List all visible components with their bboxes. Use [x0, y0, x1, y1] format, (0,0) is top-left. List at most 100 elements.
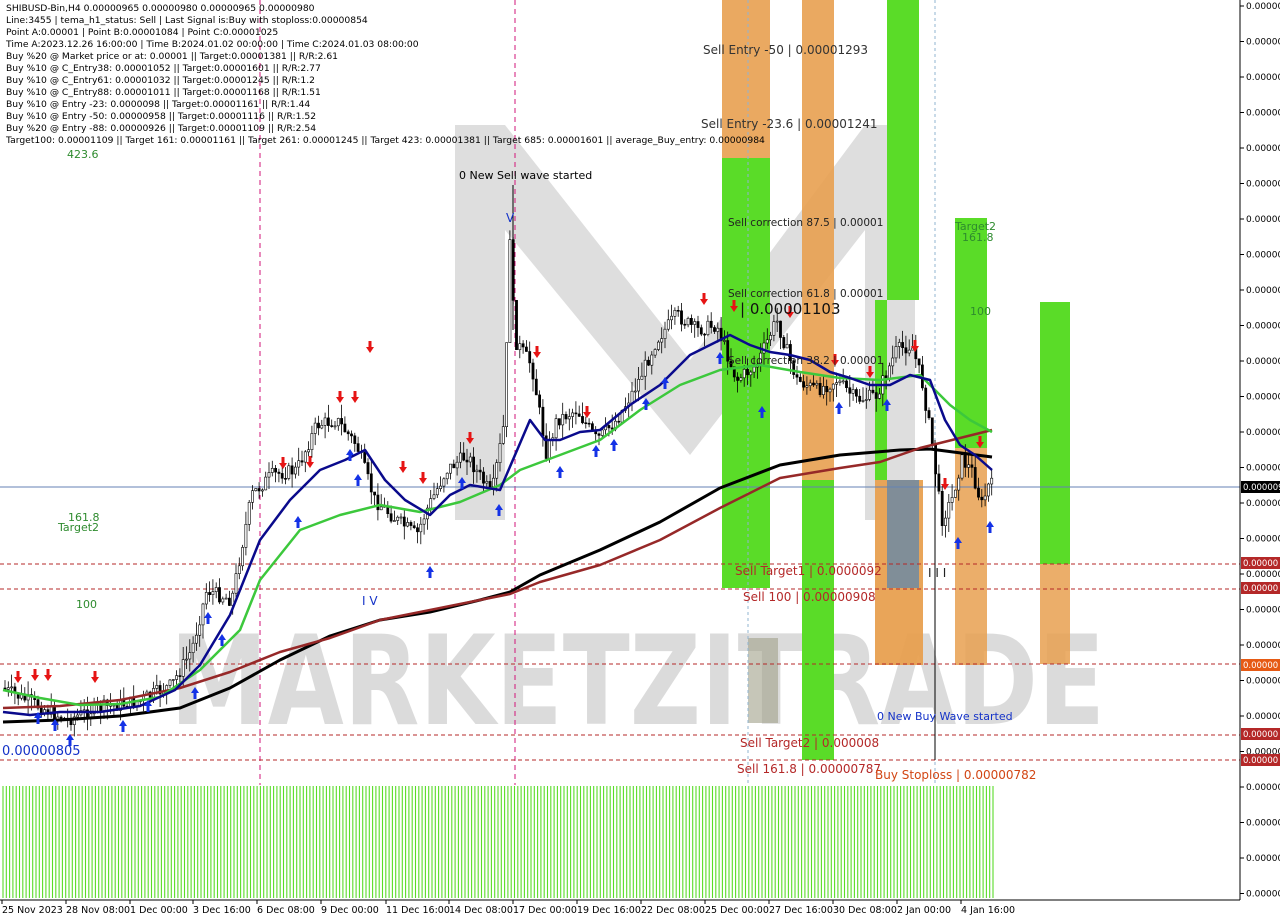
candle-body	[402, 516, 406, 527]
candle-body	[656, 341, 660, 350]
candle-body	[831, 383, 835, 390]
candle-body	[373, 491, 377, 496]
candle-body	[762, 342, 766, 354]
candle-body	[891, 357, 895, 367]
candle-body	[435, 488, 439, 496]
candle-body	[940, 490, 944, 526]
candle-body	[617, 420, 621, 423]
candle-body	[607, 425, 611, 429]
candle-body	[861, 400, 865, 402]
sell-arrow	[91, 671, 99, 683]
candle-body	[6, 687, 10, 690]
candle-body	[825, 385, 829, 393]
candle-body	[597, 433, 601, 436]
candle-body	[587, 422, 591, 425]
price-tick-label: 0.00000	[1246, 641, 1280, 651]
price-tick-label: 0.00000	[1246, 286, 1280, 296]
candle-body	[188, 652, 192, 660]
candle-body	[534, 378, 538, 396]
candle-body	[548, 440, 551, 459]
label-iv-mark: I V	[362, 594, 378, 608]
candle-body	[343, 423, 347, 433]
candle-body	[904, 347, 908, 354]
candle-body	[647, 359, 650, 366]
candle-body	[76, 714, 80, 718]
candle-body	[482, 471, 485, 484]
candle-body	[686, 317, 690, 326]
price-tick-label: 0.00000	[1246, 393, 1280, 403]
candle-body	[944, 517, 947, 526]
candle-body	[696, 321, 700, 328]
candle-body	[947, 501, 951, 519]
candle-body	[983, 495, 987, 501]
price-tick-label: 0.00000	[1246, 251, 1280, 261]
candle-body	[320, 424, 324, 429]
buy-arrow	[354, 474, 362, 486]
candle-body	[201, 603, 205, 626]
candle-body	[970, 464, 974, 468]
candle-body	[990, 477, 994, 485]
candle-body	[818, 382, 822, 395]
candle-body	[564, 414, 568, 420]
candle-body	[198, 624, 202, 636]
candle-body	[887, 365, 891, 379]
time-tick-label: 6 Dec 08:00	[257, 905, 315, 916]
sell-corridor-upper	[802, 0, 834, 480]
info-line: Buy %10 @ C_Entry38: 0.00001052 || Targe…	[6, 63, 321, 74]
price-tick-label: 0.00000	[1246, 535, 1280, 545]
candle-body	[795, 374, 799, 378]
candle-body	[986, 483, 990, 497]
candle-body	[706, 320, 710, 336]
candle-body	[465, 459, 469, 463]
buy-arrow	[119, 720, 127, 732]
sell-arrow	[336, 391, 344, 403]
candle-body	[577, 413, 581, 417]
price-tick-label: 0.00000	[1246, 570, 1280, 580]
candle-body	[557, 418, 561, 426]
indicator-info-panel: SHIBUSD-Bin,H4 0.00000965 0.00000980 0.0…	[6, 3, 765, 147]
candle-body	[241, 547, 245, 567]
info-line: Line:3455 | tema_h1_status: Sell | Last …	[6, 15, 368, 26]
candle-body	[330, 425, 334, 427]
price-tick-label: 0.00000	[1246, 783, 1280, 793]
candle-body	[171, 679, 175, 681]
candle-body	[663, 328, 667, 339]
arrow-up-icon	[119, 720, 127, 732]
candle-body	[369, 473, 373, 493]
candle-body	[590, 423, 594, 431]
price-tick-label: 0.00000	[1246, 109, 1280, 119]
label-sell-target2: Sell Target2 | 0.000008	[740, 736, 879, 750]
sell-corridor-lower	[802, 480, 834, 760]
label-sell-100: Sell 100 | 0.00000908	[743, 590, 876, 604]
candle-body	[485, 481, 489, 484]
info-line: SHIBUSD-Bin,H4 0.00000965 0.00000980 0.0…	[6, 3, 315, 14]
time-tick-label: 14 Dec 08:00	[449, 905, 513, 916]
price-tick-label: 0.00000	[1246, 2, 1280, 12]
candle-body	[854, 389, 858, 397]
candle-body	[379, 506, 383, 511]
candle-body	[458, 452, 462, 463]
candle-body	[742, 368, 746, 379]
candle-body	[894, 346, 898, 359]
candle-body	[501, 426, 505, 444]
sell-arrow	[366, 341, 374, 353]
candle-body	[963, 454, 967, 468]
sell-arrow	[44, 669, 52, 681]
label-buy-stoploss: Buy Stoploss | 0.00000782	[875, 768, 1036, 782]
arrow-up-icon	[426, 566, 434, 578]
candle-body	[746, 368, 749, 376]
label-sell-corr-618: Sell correction 61.8 | 0.00001	[728, 288, 883, 300]
price-tick-labels: 0.00000 0.00000 0.00000 0.00000 0.00000 0.000…	[1240, 2, 1280, 900]
candle-body	[445, 472, 449, 480]
level-price-label: 0.00000	[1243, 730, 1278, 740]
candle-body	[333, 425, 337, 428]
time-tick-label: 11 Dec 16:00	[386, 905, 450, 916]
candle-body	[802, 381, 806, 388]
arrow-up-icon	[986, 521, 994, 533]
time-tick-label: 4 Jan 16:00	[961, 905, 1015, 916]
candle-body	[538, 394, 542, 408]
candle-body	[709, 320, 713, 328]
candle-body	[924, 387, 928, 411]
buy-arrow	[986, 521, 994, 533]
candle-body	[211, 591, 215, 596]
